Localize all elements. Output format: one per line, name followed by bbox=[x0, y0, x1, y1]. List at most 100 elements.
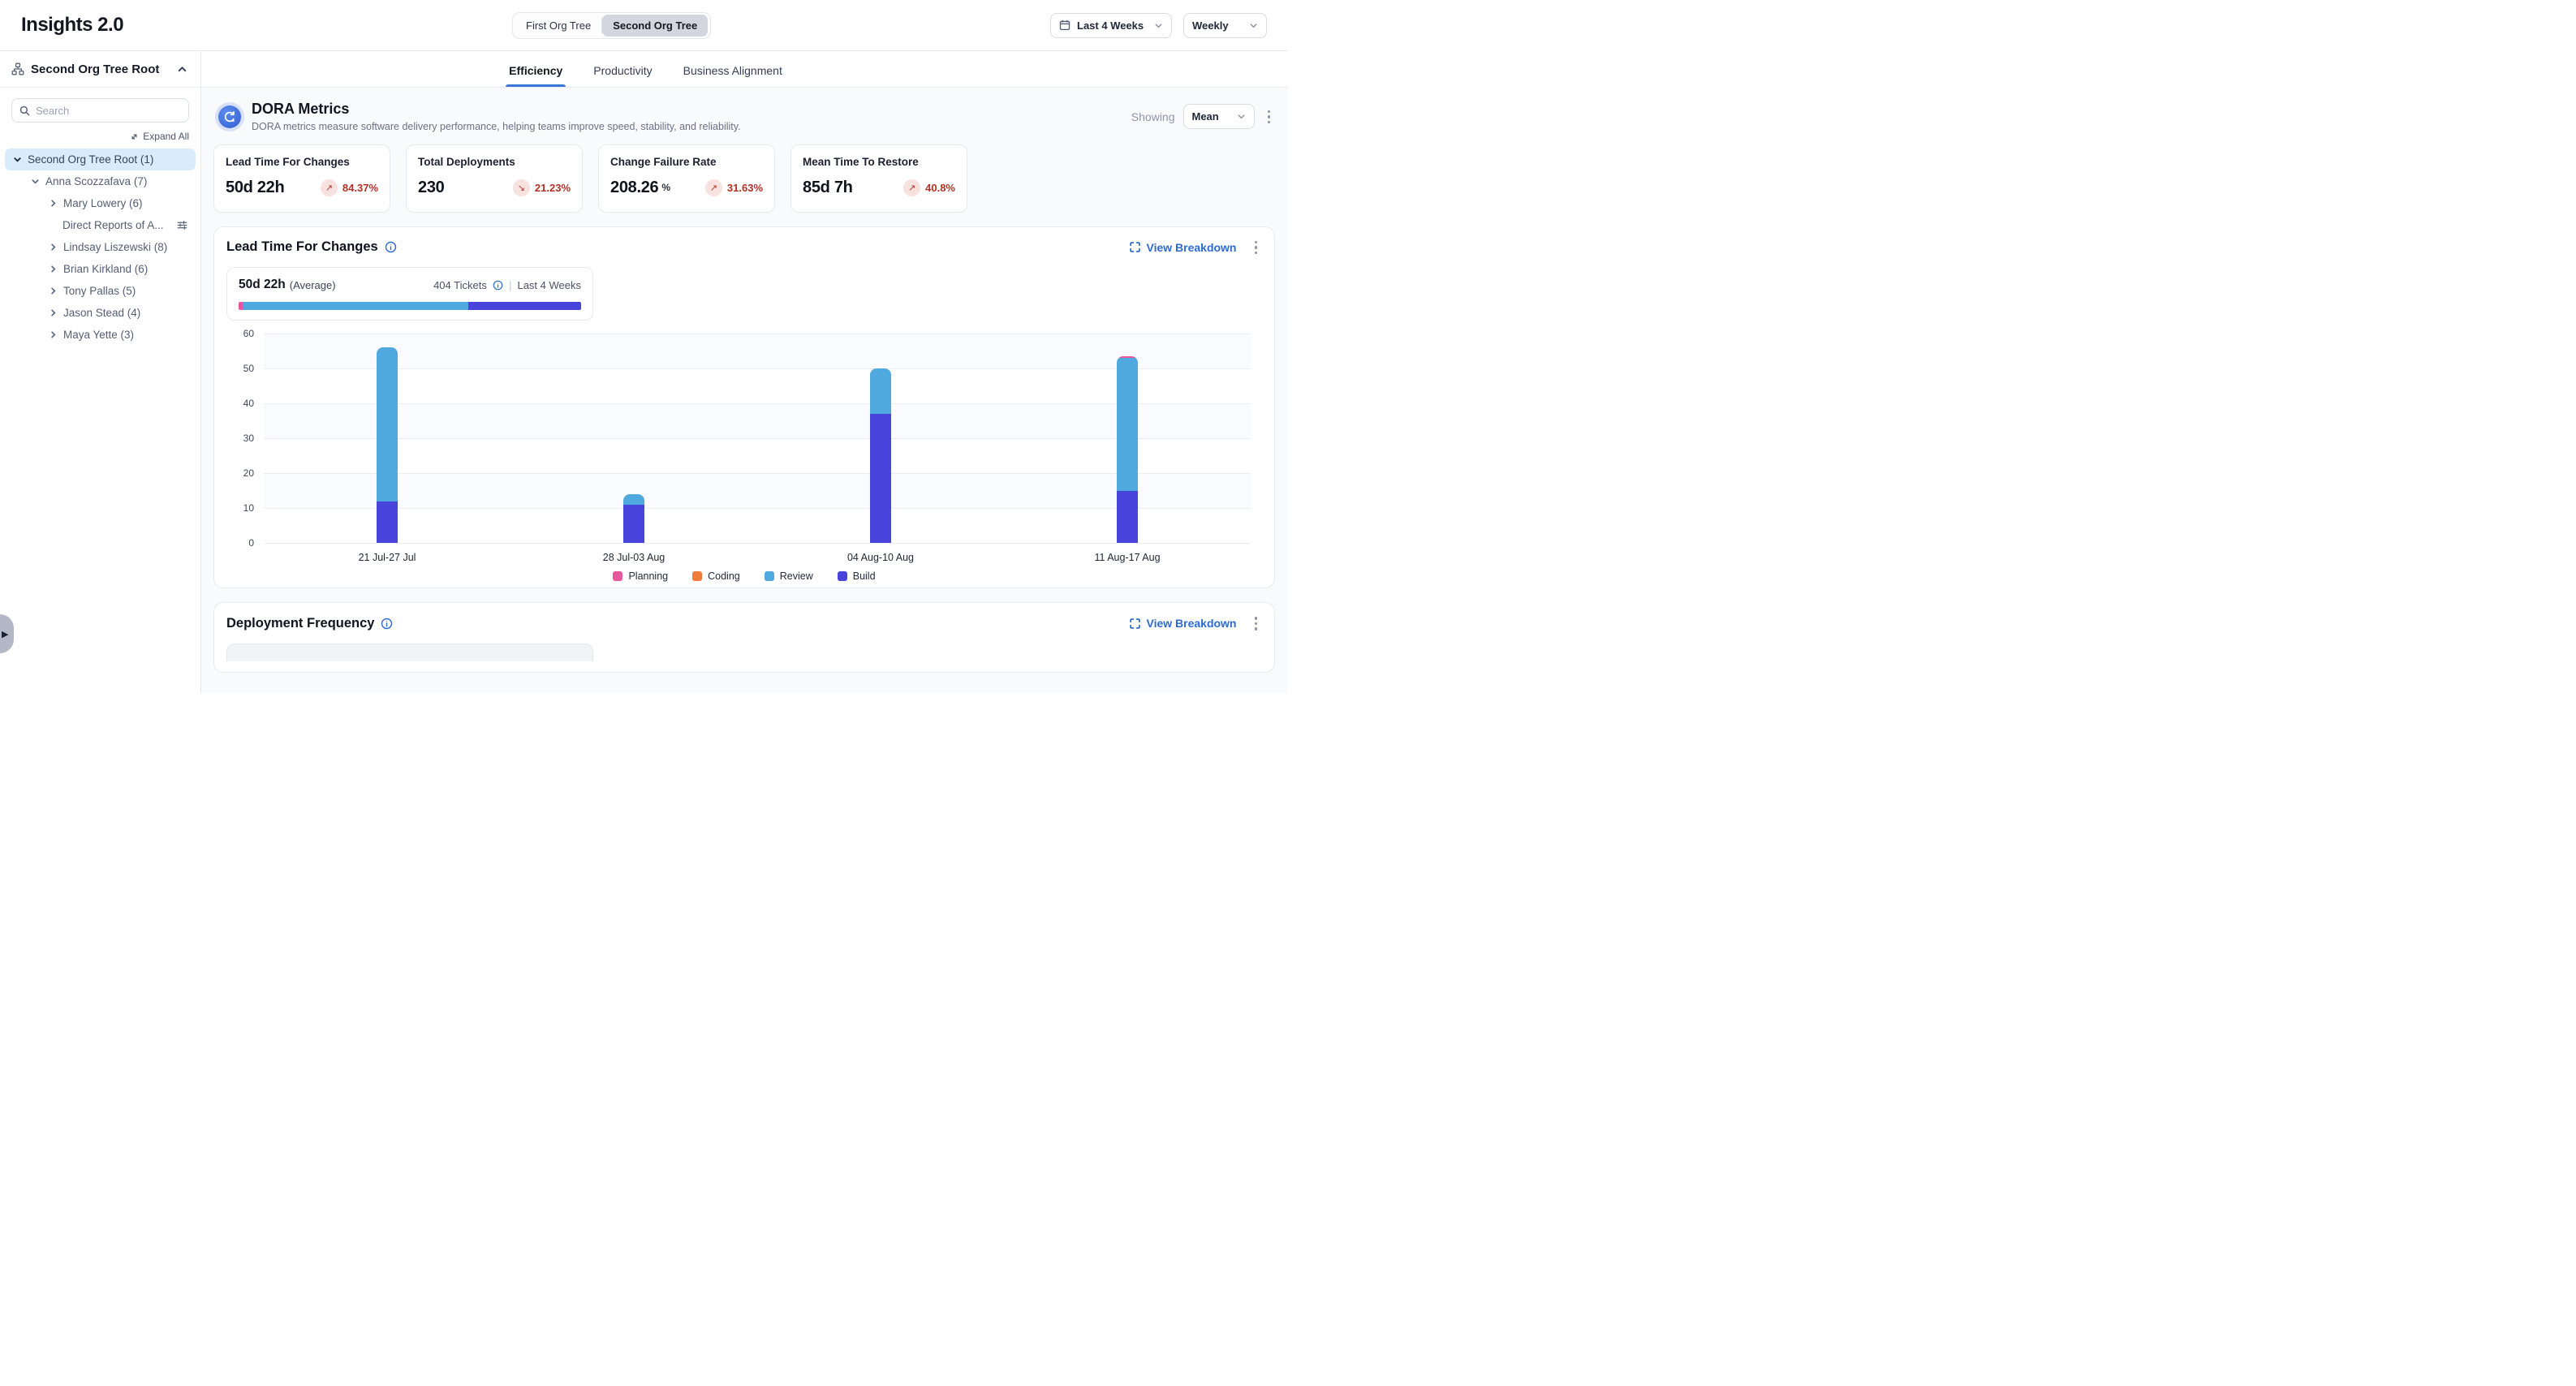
chart-plot-area bbox=[264, 334, 1251, 544]
chevron-down-icon[interactable] bbox=[13, 155, 22, 164]
metric-card-mean-time-to-restore: Mean Time To Restore 85d 7h ↗ 40.8% bbox=[790, 144, 967, 213]
chevron-right-icon[interactable] bbox=[49, 199, 58, 208]
dora-title: DORA Metrics bbox=[252, 101, 741, 118]
metric-title: Lead Time For Changes bbox=[226, 156, 378, 168]
deployment-kebab-menu[interactable] bbox=[1250, 613, 1263, 634]
main-content: DORA Metrics DORA metrics measure softwa… bbox=[201, 88, 1288, 693]
chevron-down-icon[interactable] bbox=[31, 177, 40, 186]
expand-all-label: Expand All bbox=[143, 131, 189, 142]
chart-y-axis: 0102030405060 bbox=[226, 334, 254, 544]
legend-item-planning: Planning bbox=[613, 570, 668, 582]
build-segment bbox=[468, 302, 581, 310]
tree-item-second-org-tree-root[interactable]: Second Org Tree Root (1) bbox=[5, 148, 196, 170]
review-segment bbox=[1117, 358, 1138, 490]
sidebar-search bbox=[11, 98, 189, 123]
metric-card-change-failure-rate: Change Failure Rate 208.26 % ↗ 31.63% bbox=[598, 144, 775, 213]
tree-item-tony-pallas[interactable]: Tony Pallas (5) bbox=[0, 280, 200, 302]
stacked-bar[interactable] bbox=[623, 494, 644, 543]
tree-item-label: Anna Scozzafava (7) bbox=[45, 175, 147, 187]
info-icon[interactable] bbox=[385, 241, 397, 253]
y-tick-label: 40 bbox=[243, 398, 254, 409]
lead-time-kebab-menu[interactable] bbox=[1250, 238, 1263, 258]
tree-item-anna-scozzafava[interactable]: Anna Scozzafava (7) bbox=[0, 170, 200, 192]
tree-item-maya-yette[interactable]: Maya Yette (3) bbox=[0, 324, 200, 346]
granularity-select[interactable]: Weekly bbox=[1183, 13, 1267, 38]
sidebar-collapse-handle[interactable]: ▶ bbox=[0, 614, 14, 653]
y-tick-label: 50 bbox=[243, 363, 254, 374]
tree-item-mary-lowery[interactable]: Mary Lowery (6) bbox=[0, 192, 200, 214]
tree-item-label: Lindsay Liszewski (8) bbox=[63, 241, 167, 253]
chevron-right-icon[interactable] bbox=[49, 308, 58, 317]
date-range-select[interactable]: Last 4 Weeks bbox=[1050, 13, 1172, 38]
review-segment bbox=[377, 347, 398, 501]
y-tick-label: 10 bbox=[243, 502, 254, 514]
showing-select[interactable]: Mean bbox=[1183, 104, 1255, 129]
info-icon[interactable] bbox=[493, 280, 503, 291]
trend-up-icon: ↗ bbox=[705, 179, 722, 196]
app-title: Insights 2.0 bbox=[21, 14, 123, 37]
metric-delta: ↘ 21.23% bbox=[513, 179, 571, 196]
review-segment bbox=[623, 494, 644, 505]
sliders-icon[interactable] bbox=[177, 220, 187, 230]
expand-corners-icon bbox=[1130, 618, 1140, 629]
top-header: Insights 2.0 First Org Tree Second Org T… bbox=[0, 0, 1288, 51]
metric-delta: ↗ 40.8% bbox=[903, 179, 955, 196]
view-breakdown-button[interactable]: View Breakdown bbox=[1130, 241, 1236, 254]
y-tick-label: 0 bbox=[248, 537, 254, 549]
tickets-count: 404 Tickets bbox=[433, 279, 487, 291]
stacked-bar[interactable] bbox=[870, 368, 891, 543]
info-icon[interactable] bbox=[381, 618, 393, 630]
tab-efficiency[interactable]: Efficiency bbox=[509, 64, 562, 87]
tab-productivity[interactable]: Productivity bbox=[593, 64, 652, 87]
chevron-right-icon[interactable] bbox=[49, 265, 58, 273]
section-title: Deployment Frequency bbox=[226, 616, 374, 631]
tree-item-jason-stead[interactable]: Jason Stead (4) bbox=[0, 302, 200, 324]
delta-value: 21.23% bbox=[535, 182, 571, 194]
metric-value: 50d 22h bbox=[226, 179, 284, 197]
granularity-value: Weekly bbox=[1192, 19, 1229, 32]
review-segment bbox=[243, 302, 468, 310]
dora-cycle-icon bbox=[218, 105, 241, 128]
tree-item-label: Second Org Tree Root (1) bbox=[28, 153, 153, 166]
build-segment bbox=[623, 505, 644, 543]
chevron-right-icon[interactable] bbox=[49, 243, 58, 252]
metric-title: Mean Time To Restore bbox=[803, 156, 955, 168]
chart-x-axis: 21 Jul-27 Jul28 Jul-03 Aug04 Aug-10 Aug1… bbox=[264, 544, 1251, 563]
stacked-bar[interactable] bbox=[377, 347, 398, 543]
toggle-first-org-tree[interactable]: First Org Tree bbox=[515, 15, 601, 37]
triangle-right-icon: ▶ bbox=[2, 629, 8, 639]
toggle-second-org-tree[interactable]: Second Org Tree bbox=[602, 15, 708, 37]
coding-swatch bbox=[692, 571, 702, 581]
tree-item-direct-reports[interactable]: Direct Reports of A... bbox=[0, 214, 200, 236]
y-tick-label: 60 bbox=[243, 328, 254, 339]
expand-all-button[interactable]: Expand All bbox=[11, 131, 189, 142]
tab-business-alignment[interactable]: Business Alignment bbox=[683, 64, 782, 87]
view-breakdown-button[interactable]: View Breakdown bbox=[1130, 617, 1236, 630]
trend-up-icon: ↗ bbox=[903, 179, 920, 196]
lead-time-average-card: 50d 22h (Average) 404 Tickets bbox=[226, 267, 593, 321]
search-icon bbox=[19, 105, 30, 116]
stacked-bar[interactable] bbox=[1117, 356, 1138, 543]
view-breakdown-label: View Breakdown bbox=[1146, 617, 1236, 630]
legend-label: Planning bbox=[628, 570, 668, 582]
tree-item-label: Maya Yette (3) bbox=[63, 329, 134, 341]
chevron-down-icon bbox=[1154, 21, 1163, 30]
tree-item-brian-kirkland[interactable]: Brian Kirkland (6) bbox=[0, 258, 200, 280]
tree-item-lindsay-liszewski[interactable]: Lindsay Liszewski (8) bbox=[0, 236, 200, 258]
calendar-icon bbox=[1059, 19, 1070, 31]
org-tree-toggle: First Org Tree Second Org Tree bbox=[512, 12, 711, 39]
legend-label: Coding bbox=[708, 570, 740, 582]
chevron-right-icon[interactable] bbox=[49, 330, 58, 339]
build-segment bbox=[377, 501, 398, 544]
org-tree-sidebar: Second Org Tree Root Expand All bbox=[0, 51, 201, 693]
chart-legend: Planning Coding Review Build bbox=[226, 570, 1262, 582]
lead-time-chart: 0102030405060 21 Jul-27 Jul28 Jul-03 Aug… bbox=[226, 334, 1262, 577]
metric-delta: ↗ 84.37% bbox=[321, 179, 378, 196]
tree-item-label: Brian Kirkland (6) bbox=[63, 263, 148, 275]
chevron-right-icon[interactable] bbox=[49, 286, 58, 295]
tree-item-label: Direct Reports of A... bbox=[62, 219, 164, 231]
review-swatch bbox=[765, 571, 774, 581]
sidebar-collapse-chevron-up-icon[interactable] bbox=[175, 62, 189, 76]
search-input[interactable] bbox=[36, 105, 181, 117]
dora-kebab-menu[interactable] bbox=[1263, 107, 1276, 127]
